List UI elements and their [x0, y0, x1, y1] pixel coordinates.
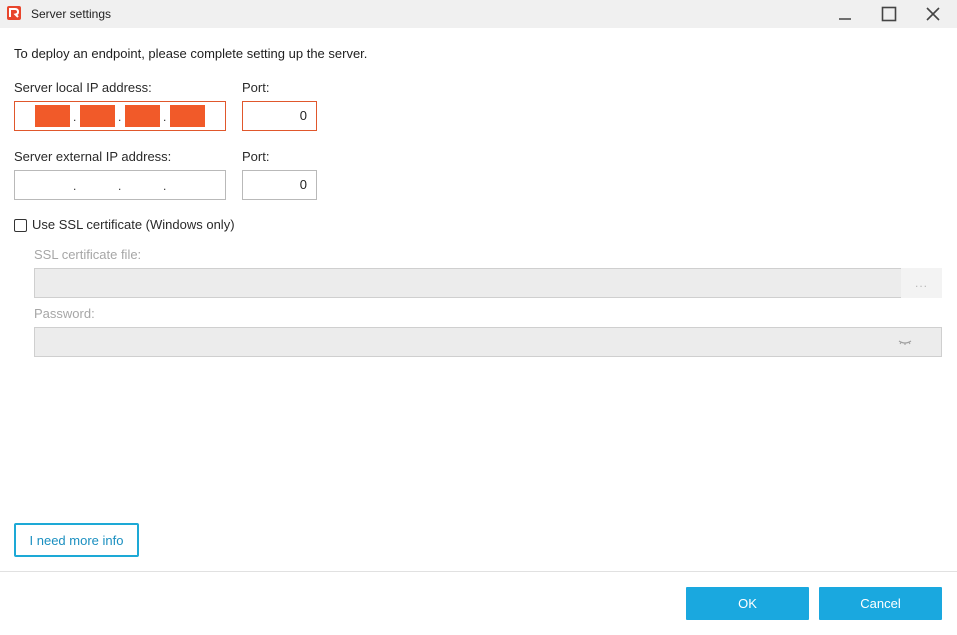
window-title: Server settings: [31, 7, 112, 21]
close-button[interactable]: [910, 0, 956, 28]
ok-button[interactable]: OK: [686, 587, 809, 620]
ssl-checkbox[interactable]: [14, 219, 27, 232]
browse-button[interactable]: ...: [901, 268, 942, 298]
more-info-button[interactable]: I need more info: [14, 523, 139, 557]
ip-dot: .: [118, 110, 122, 124]
ssl-cert-input[interactable]: [34, 268, 902, 298]
maximize-button[interactable]: [866, 0, 912, 28]
local-port-input[interactable]: 0: [242, 101, 317, 131]
minimize-icon: [839, 18, 851, 20]
ip-dot: .: [163, 179, 167, 193]
ip-dot: .: [118, 179, 122, 193]
ssl-cert-label: SSL certificate file:: [34, 247, 142, 262]
ip-dot: .: [163, 110, 167, 124]
maximize-icon: [881, 6, 897, 22]
app-logo-icon: [7, 6, 21, 20]
password-input[interactable]: [34, 327, 942, 357]
ip-dot: .: [73, 110, 77, 124]
cancel-button[interactable]: Cancel: [819, 587, 942, 620]
close-icon: [926, 7, 940, 21]
ip-dot: .: [73, 179, 77, 193]
minimize-button[interactable]: [822, 0, 868, 28]
intro-text: To deploy an endpoint, please complete s…: [14, 46, 368, 61]
eye-closed-icon[interactable]: [897, 336, 913, 348]
ip-octet-3[interactable]: [125, 105, 160, 127]
ip-octet-2[interactable]: [80, 105, 115, 127]
ip-octet-4[interactable]: [170, 105, 205, 127]
footer-divider: [0, 571, 957, 572]
local-port-label: Port:: [242, 80, 270, 95]
local-ip-input[interactable]: . . .: [14, 101, 226, 131]
title-bar: Server settings: [0, 0, 957, 28]
local-ip-label: Server local IP address:: [14, 80, 152, 95]
ip-octet-1[interactable]: [35, 105, 70, 127]
password-label: Password:: [34, 306, 95, 321]
external-port-label: Port:: [242, 149, 270, 164]
external-port-input[interactable]: 0: [242, 170, 317, 200]
external-ip-label: Server external IP address:: [14, 149, 172, 164]
external-ip-input[interactable]: . . .: [14, 170, 226, 200]
ssl-checkbox-label[interactable]: Use SSL certificate (Windows only): [32, 217, 235, 232]
